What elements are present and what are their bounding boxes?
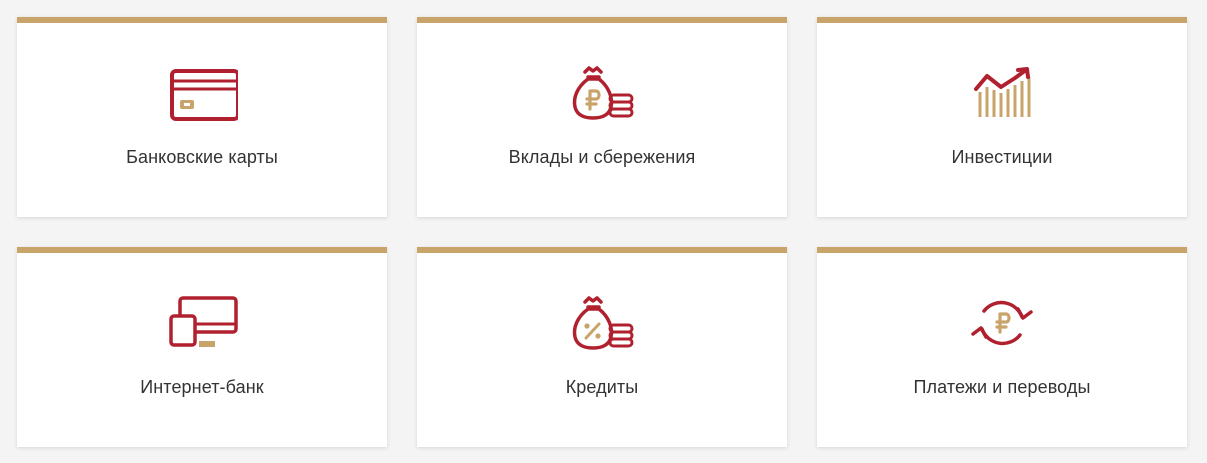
devices-icon	[166, 295, 238, 351]
card-payments-transfers[interactable]: Платежи и переводы	[817, 247, 1187, 447]
money-bag-ruble-icon	[566, 65, 638, 121]
money-bag-percent-icon	[566, 295, 638, 351]
card-bank-cards[interactable]: Банковские карты	[17, 17, 387, 217]
card-label: Банковские карты	[126, 147, 278, 167]
card-label: Интернет-банк	[140, 377, 264, 397]
services-grid: Банковские карты Вклады и сбережения Инв…	[17, 17, 1187, 447]
card-internet-bank[interactable]: Интернет-банк	[17, 247, 387, 447]
card-label: Кредиты	[565, 377, 639, 397]
growth-chart-icon	[966, 65, 1038, 121]
credit-card-icon	[166, 65, 238, 121]
card-deposits-savings[interactable]: Вклады и сбережения	[417, 17, 787, 217]
ruble-exchange-icon	[966, 295, 1038, 351]
card-investments[interactable]: Инвестиции	[817, 17, 1187, 217]
card-label: Инвестиции	[951, 147, 1053, 167]
card-label: Платежи и переводы	[913, 377, 1091, 397]
card-label: Вклады и сбережения	[508, 147, 696, 167]
card-credits[interactable]: Кредиты	[417, 247, 787, 447]
